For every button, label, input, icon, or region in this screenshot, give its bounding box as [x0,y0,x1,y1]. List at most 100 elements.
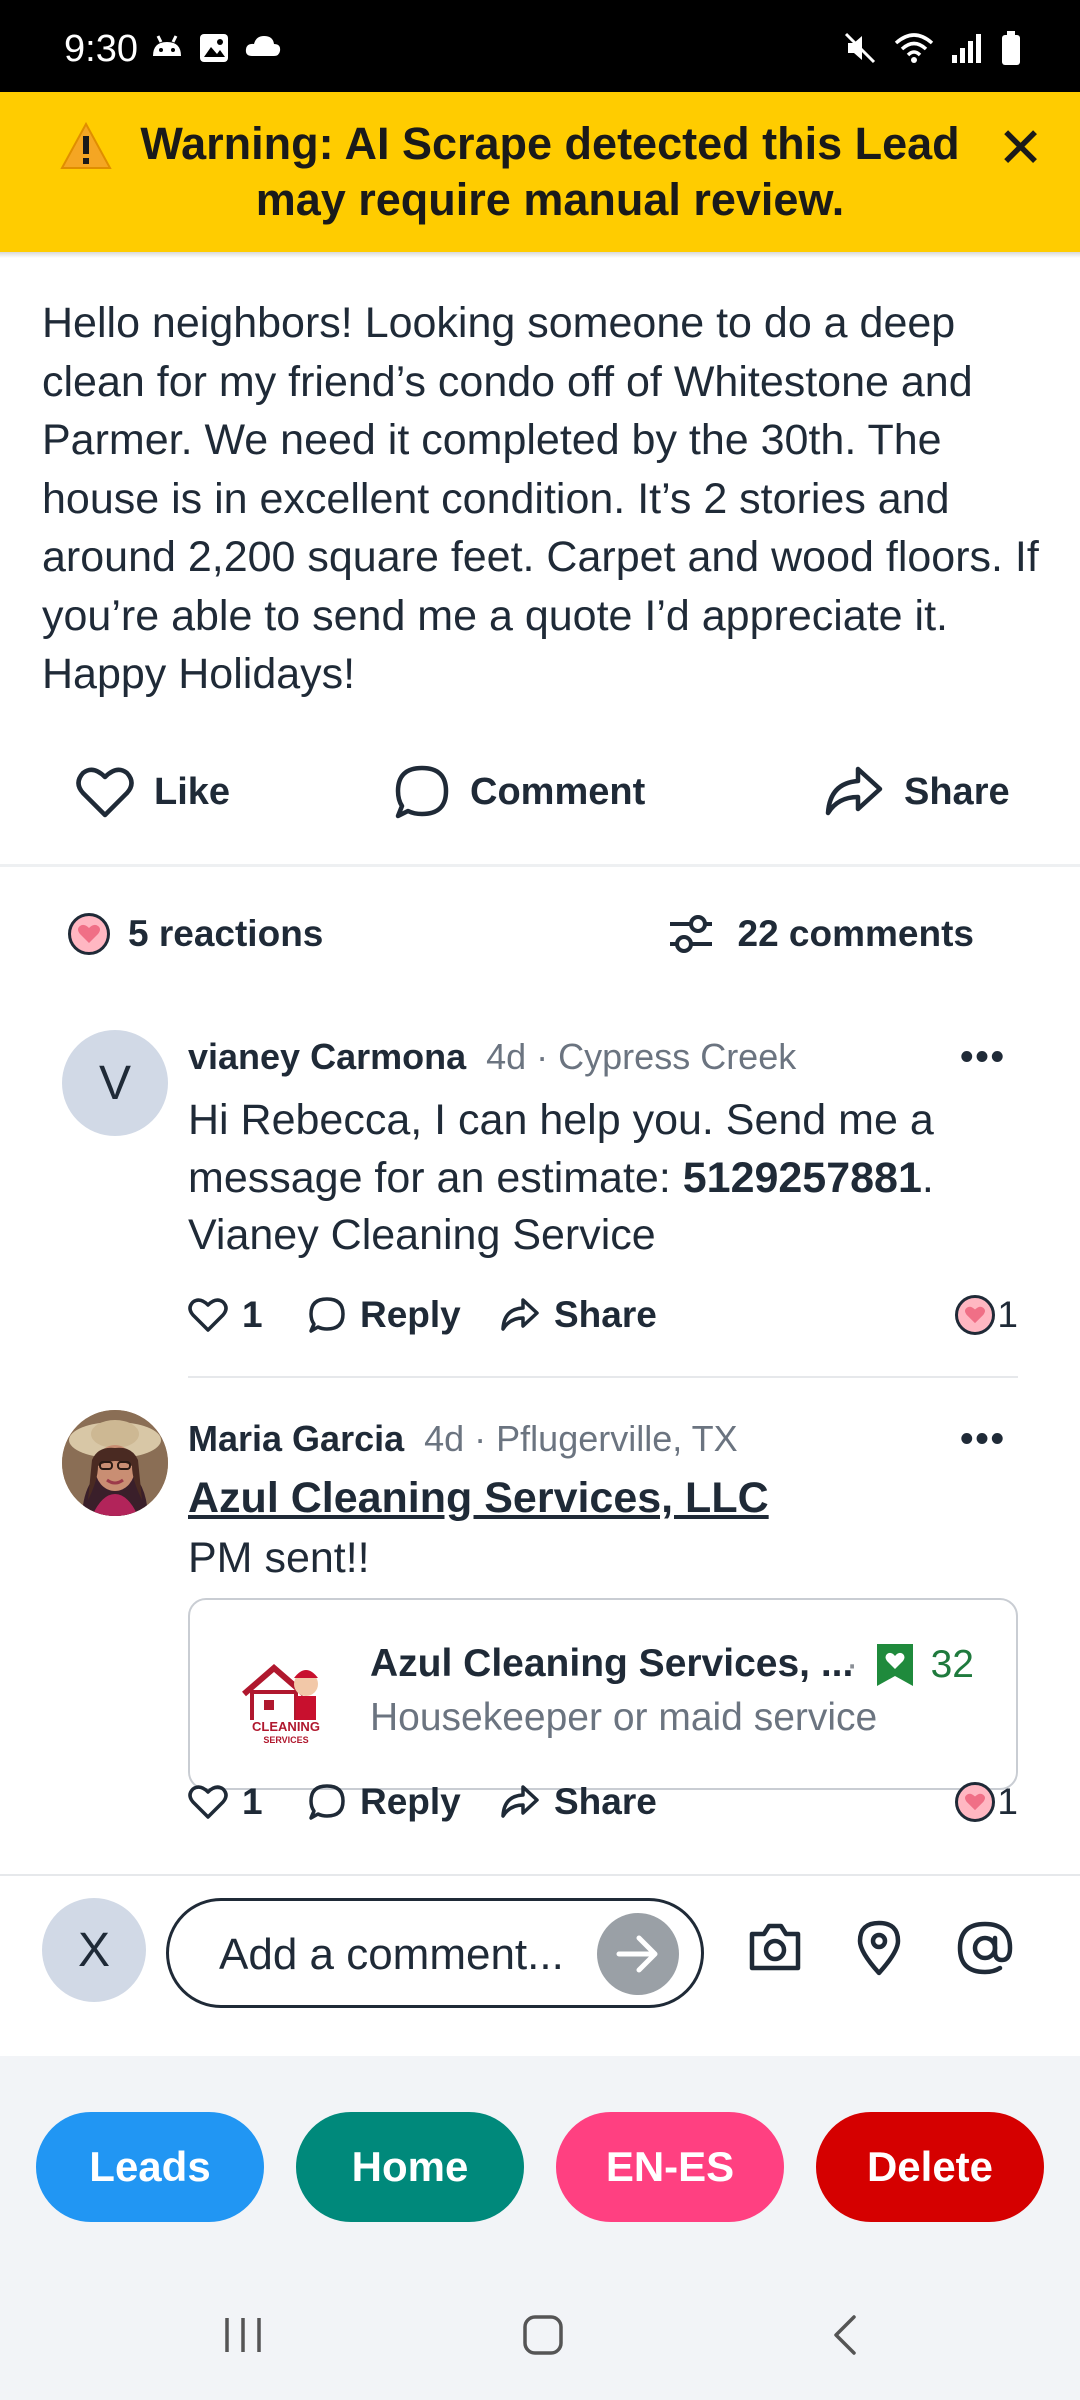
leads-button[interactable]: Leads [36,2112,264,2222]
comment-input-wrapper[interactable] [166,1898,704,2008]
comment-share-button[interactable]: Share [500,1285,657,1345]
reactions-label: 5 reactions [128,913,324,954]
translate-button[interactable]: EN-ES [556,2112,784,2222]
post-like-button[interactable]: Like [76,750,230,834]
phone-number[interactable]: 5129257881 [683,1154,922,1202]
post-comment-button[interactable]: Comment [394,750,645,834]
comment-header: vianey Carmona 4d · Cypress Creek [188,1036,796,1078]
camera-icon[interactable] [746,1920,804,1974]
post-comment-label: Comment [470,770,646,813]
image-icon [200,34,228,62]
share-icon [825,766,883,816]
comment-item: V vianey Carmona 4d · Cypress Creek ••• H… [0,1028,1080,1378]
signal-icon [952,34,981,63]
post-share-button[interactable]: Share [824,750,1010,834]
bookmark-heart-icon [876,1644,913,1686]
more-icon[interactable]: ••• [960,1418,1006,1461]
reaction-heart-icon [68,913,110,955]
share-label: Share [554,1294,657,1335]
close-icon[interactable]: ✕ [997,120,1044,176]
comment-share-button[interactable]: Share [500,1772,657,1832]
comment-like-button[interactable]: 1 [188,1772,263,1832]
home-button[interactable]: Home [296,2112,524,2222]
battery-icon [1002,31,1020,65]
comment-meta: 4d · Pflugerville, TX [424,1418,738,1459]
status-time: 9:30 [64,28,138,70]
business-type: Housekeeper or maid service [370,1696,878,1739]
comment-like-button[interactable]: 1 [188,1285,263,1345]
reaction-count: 1 [997,1294,1018,1335]
avatar[interactable]: V [62,1030,168,1136]
filter-icon [669,915,712,953]
like-count: 1 [242,1781,263,1822]
business-card[interactable]: CLEANING SERVICES Azul Cleaning Services… [188,1598,1018,1790]
comment-input[interactable] [219,1927,579,1983]
reaction-heart-icon [955,1295,996,1335]
heart-icon [188,1298,228,1332]
heart-icon [76,767,134,818]
comment-reactions[interactable]: 1 [955,1285,1018,1345]
commenter-name[interactable]: Maria Garcia [188,1418,404,1459]
heart-icon [188,1785,228,1819]
warning-text: Warning: AI Scrape detected this Lead ma… [140,118,960,225]
comment-text: PM sent!! [188,1534,370,1582]
commenter-name[interactable]: vianey Carmona [188,1036,466,1077]
post-like-label: Like [154,770,231,813]
svg-text:CLEANING: CLEANING [252,1719,320,1734]
avatar[interactable] [62,1410,168,1516]
wifi-icon [894,33,934,63]
bottom-action-bar: Leads Home EN-ES Delete [0,2056,1080,2270]
share-label: Share [554,1781,657,1822]
post-body: Hello neighbors! Looking someone to do a… [42,299,1039,698]
reaction-count: 1 [997,1781,1018,1822]
status-bar: 9:30 [0,0,1080,92]
delete-button[interactable]: Delete [816,2112,1044,2222]
my-avatar[interactable]: X [42,1898,146,2002]
comment-reply-button[interactable]: Reply [308,1285,461,1345]
comment-actions: 1 Reply Share 1 [188,1285,1018,1345]
reaction-heart-icon [955,1782,996,1822]
reply-label: Reply [360,1781,461,1822]
comment-actions: 1 Reply Share 1 [188,1772,1018,1832]
comment-meta: 4d · Cypress Creek [486,1036,797,1077]
more-icon[interactable]: ••• [960,1036,1006,1079]
comment-reactions[interactable]: 1 [955,1772,1018,1832]
post-summary: 5 reactions 22 comments [0,905,1080,975]
business-name: Azul Cleaning Services, ... [370,1642,854,1685]
location-icon[interactable] [856,1920,902,1976]
share-icon [501,1785,539,1818]
send-button[interactable] [597,1913,679,1995]
recents-icon[interactable] [222,2314,264,2356]
comments-label: 22 comments [737,913,975,954]
comment-composer: X [0,1876,1080,2056]
svg-text:SERVICES: SERVICES [263,1735,308,1745]
comment-icon [395,765,449,819]
at-icon[interactable] [956,1920,1014,1976]
comment-header: Maria Garcia 4d · Pflugerville, TX [188,1418,738,1460]
android-icon [153,35,181,56]
system-nav-bar [0,2270,1080,2400]
warning-banner: Warning: AI Scrape detected this Lead ma… [0,92,1080,252]
home-icon[interactable] [522,2314,564,2356]
post-share-label: Share [904,770,1010,813]
back-icon[interactable] [830,2314,860,2356]
like-count: 1 [242,1294,263,1335]
reply-label: Reply [360,1294,461,1335]
comment-icon [309,1297,345,1333]
comment-icon [309,1784,345,1820]
cloud-icon [245,36,281,56]
faves-count: 32 [930,1643,974,1686]
mute-icon [844,32,876,64]
business-faves: · 32 [845,1643,974,1686]
comment-reply-button[interactable]: Reply [308,1772,461,1832]
reactions-count[interactable]: 5 reactions [68,913,323,955]
comment-divider [188,1376,1018,1378]
share-icon [501,1298,539,1331]
business-logo: CLEANING SERVICES [234,1644,338,1748]
banner-shadow [0,252,1080,258]
business-link[interactable]: Azul Cleaning Services, LLC [188,1474,769,1523]
comment-text: Hi Rebecca, I can help you. Send me a me… [188,1092,1038,1265]
post-actions: Like Comment Share [0,750,1080,834]
comment-item: Maria Garcia 4d · Pflugerville, TX ••• Az… [0,1410,1080,1870]
comments-sort[interactable]: 22 comments [668,913,975,955]
